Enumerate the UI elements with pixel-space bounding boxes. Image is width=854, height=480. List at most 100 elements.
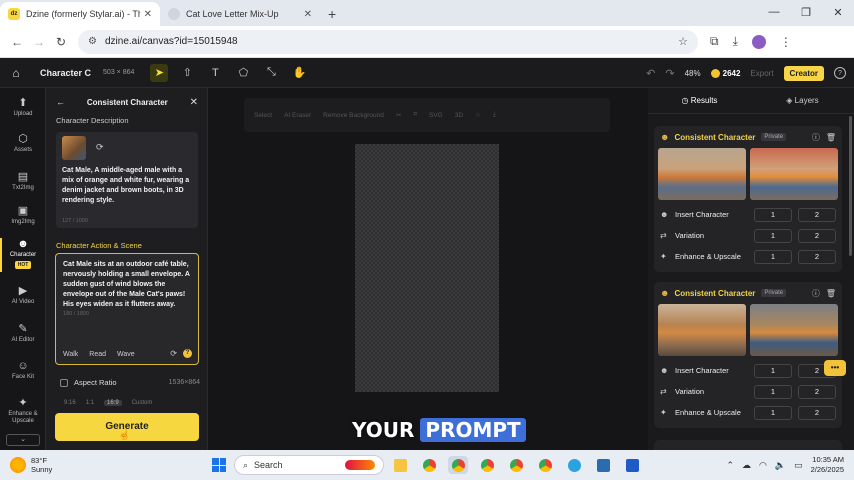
back-arrow-icon[interactable]: ← <box>56 97 65 107</box>
ratio-1-1[interactable]: 1:1 <box>86 400 94 406</box>
tray-chevron-icon[interactable]: ⌃ <box>726 460 734 471</box>
variation-option-1[interactable]: 1 <box>754 228 792 243</box>
onedrive-icon[interactable]: ☁ <box>742 460 751 471</box>
file-explorer-icon[interactable] <box>390 456 410 474</box>
variation-option-2[interactable]: 2 <box>798 384 836 399</box>
redo-icon[interactable]: ↷ <box>665 67 674 80</box>
result-image[interactable] <box>750 148 838 200</box>
canvas-size[interactable]: 503 × 864 <box>103 69 134 76</box>
chrome-icon[interactable] <box>419 456 439 474</box>
variation-option-1[interactable]: 1 <box>754 384 792 399</box>
select-tool-icon[interactable]: ➤ <box>150 63 169 82</box>
ctx-scissors-icon[interactable]: ✂ <box>396 111 401 119</box>
insert-option-2[interactable]: 2 <box>798 207 836 222</box>
chrome-profile-4-icon[interactable] <box>535 456 555 474</box>
export-button[interactable]: Export <box>750 69 773 78</box>
tag-read[interactable]: Read <box>89 351 106 358</box>
close-window-icon[interactable]: ✕ <box>822 6 854 19</box>
ctx-crop-icon[interactable]: ⌗ <box>413 111 417 119</box>
info-icon[interactable]: ⓘ <box>812 288 820 299</box>
extensions-icon[interactable]: ⧉ <box>710 34 719 49</box>
maximize-icon[interactable]: ❐ <box>790 6 822 19</box>
battery-icon[interactable]: ▭ <box>794 460 803 471</box>
ctx-ai-eraser[interactable]: AI Eraser <box>284 112 311 119</box>
media-app-icon[interactable] <box>593 456 613 474</box>
undo-icon[interactable]: ↶ <box>646 67 655 80</box>
variation-option-2[interactable]: 2 <box>798 228 836 243</box>
upload-tool-icon[interactable]: ⇧ <box>178 64 196 82</box>
swap-character-icon[interactable]: ⟳ <box>96 142 104 153</box>
upscale-option-1[interactable]: 1 <box>754 405 792 420</box>
result-image[interactable] <box>750 304 838 356</box>
close-tab-icon[interactable]: ✕ <box>304 9 312 20</box>
regenerate-icon[interactable]: ⟳ <box>170 349 177 358</box>
tag-wave[interactable]: Wave <box>117 351 135 358</box>
upscale-option-2[interactable]: 2 <box>798 405 836 420</box>
zoom-level[interactable]: 48% <box>685 69 701 78</box>
clock[interactable]: 10:35 AM 2/26/2025 <box>811 455 844 475</box>
chrome-active-icon[interactable] <box>448 456 468 474</box>
address-bar[interactable]: ⚙ dzine.ai/canvas?id=15015948 ☆ <box>78 29 698 54</box>
ratio-9-16[interactable]: 9:16 <box>64 400 76 406</box>
chrome-profile-3-icon[interactable] <box>506 456 526 474</box>
ratio-custom[interactable]: Custom <box>132 400 153 406</box>
help-icon[interactable]: ? <box>834 67 846 79</box>
rail-item-upload[interactable]: ⬆ Upload <box>0 96 46 118</box>
ctx-svg[interactable]: SVG <box>429 112 443 119</box>
upscale-option-2[interactable]: 2 <box>798 249 836 264</box>
creator-button[interactable]: Creator <box>783 65 824 81</box>
scene-textarea[interactable]: Cat Male sits at an outdoor café table, … <box>55 253 199 365</box>
rail-item-enhance[interactable]: ✦ Enhance & Upscale <box>0 396 46 425</box>
download-icon[interactable]: ⤓ <box>733 34 738 49</box>
ratio-16-9[interactable]: 16:9 <box>104 400 122 406</box>
info-icon[interactable]: ⓘ <box>812 132 820 143</box>
tab-results[interactable]: ◷ Results <box>648 88 751 113</box>
browser-tab-cat-love-letter[interactable]: Cat Love Letter Mix-Up ✕ <box>160 2 320 26</box>
rail-item-img2img[interactable]: ▣ Img2Img <box>0 204 46 226</box>
project-name[interactable]: Character C <box>40 68 91 78</box>
home-icon[interactable]: ⌂ <box>0 66 32 80</box>
insert-option-1[interactable]: 1 <box>754 207 792 222</box>
new-tab-button[interactable]: + <box>320 6 344 26</box>
rail-item-character[interactable]: ☻ Character HOT <box>0 238 46 269</box>
trash-icon[interactable]: 🗑 <box>826 133 836 142</box>
reload-icon[interactable]: ↻ <box>50 35 72 49</box>
trash-icon[interactable]: 🗑 <box>826 289 836 298</box>
close-tab-icon[interactable]: ✕ <box>144 9 152 20</box>
tab-layers[interactable]: ◈ Layers <box>751 88 854 113</box>
forward-icon[interactable]: → <box>28 35 50 49</box>
minimize-icon[interactable]: — <box>758 6 790 18</box>
ctx-download-icon[interactable]: ⤓ <box>493 111 496 119</box>
aspect-checkbox[interactable] <box>60 378 68 387</box>
collapse-rail-button[interactable]: ⌄ <box>6 434 40 446</box>
wifi-icon[interactable]: ◠ <box>759 460 767 471</box>
bookmark-star-icon[interactable]: ☆ <box>678 35 688 48</box>
close-panel-icon[interactable]: ✕ <box>190 97 198 108</box>
resize-tool-icon[interactable]: ⤡ <box>262 64 280 82</box>
taskbar-search[interactable]: ⌕ Search <box>234 455 384 475</box>
tag-walk[interactable]: Walk <box>63 351 78 358</box>
rail-item-ai-editor[interactable]: ✎ AI Editor <box>0 322 46 344</box>
character-description-box[interactable]: ⟳ Cat Male, A middle-aged male with a mi… <box>56 132 198 228</box>
shape-tool-icon[interactable]: ⬠ <box>234 64 252 82</box>
word-icon[interactable] <box>622 456 642 474</box>
upscale-option-1[interactable]: 1 <box>754 249 792 264</box>
ctx-remove-background[interactable]: Remove Background <box>323 112 384 119</box>
insert-option-1[interactable]: 1 <box>754 363 792 378</box>
result-image[interactable] <box>658 304 746 356</box>
rail-item-face-kit[interactable]: ☺ Face Kit <box>0 360 46 381</box>
menu-icon[interactable]: ⋮ <box>780 35 792 49</box>
weather-widget[interactable]: 83°F Sunny <box>10 456 52 474</box>
volume-icon[interactable]: 🔈 <box>775 460 786 471</box>
site-info-icon[interactable]: ⚙ <box>88 36 97 47</box>
ctx-star-icon[interactable]: ☆ <box>475 111 481 119</box>
result-image[interactable] <box>658 148 746 200</box>
chrome-profile-2-icon[interactable] <box>477 456 497 474</box>
hand-tool-icon[interactable]: ✋ <box>290 64 308 82</box>
profile-avatar[interactable] <box>751 34 766 49</box>
prompt-help-icon[interactable]: ? <box>183 349 192 358</box>
canvas-area[interactable]: Select AI Eraser Remove Background ✂ ⌗ S… <box>208 88 648 450</box>
artboard[interactable] <box>355 144 499 392</box>
rail-item-ai-video[interactable]: ▶ AI Video <box>0 284 46 306</box>
browser-tab-dzine[interactable]: dz Dzine (formerly Stylar.ai) - The ✕ <box>0 2 160 26</box>
